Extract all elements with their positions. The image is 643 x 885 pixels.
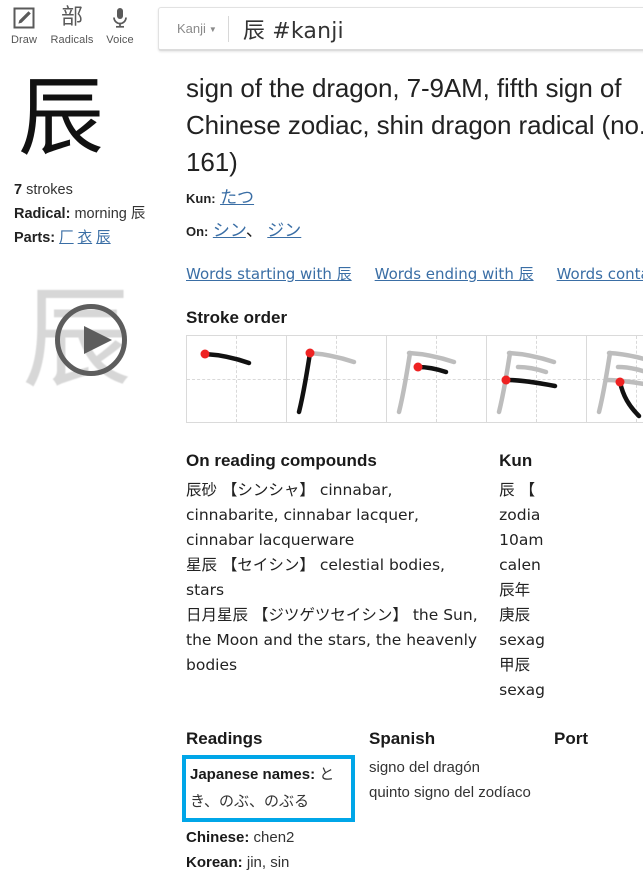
spanish-entry: quinto signo del zodíaco bbox=[369, 784, 531, 801]
radical-character: 辰 bbox=[130, 206, 146, 222]
on-compound-entry: 日月星辰 【ジツゲツセイシン】 the Sun, the Moon and th… bbox=[186, 606, 478, 674]
kun-compound-entry: sexag bbox=[499, 681, 546, 699]
radicals-tool-label: Radicals bbox=[50, 34, 94, 46]
on-reading-1[interactable]: ジン bbox=[267, 221, 301, 241]
on-label: On: bbox=[186, 224, 209, 239]
kanji-meta: 7 strokes Radical: morning 辰 Parts: 厂衣辰 bbox=[14, 178, 180, 250]
japanese-names-label: Japanese names: bbox=[190, 766, 316, 783]
part-link-2[interactable]: 衣 bbox=[78, 230, 93, 246]
kun-compound-entry: sexag bbox=[499, 631, 546, 649]
draw-tool-button[interactable]: Draw bbox=[0, 2, 48, 46]
chinese-reading-line: Chinese: chen2 bbox=[186, 825, 355, 850]
kun-reading-line: Kun: たつ bbox=[186, 183, 643, 214]
link-words-ending-with[interactable]: Words ending with 辰 bbox=[375, 265, 534, 283]
stroke-count-line: 7 strokes bbox=[14, 178, 180, 202]
search-type-dropdown[interactable]: Kanji ▼ bbox=[159, 21, 228, 36]
chinese-label: Chinese: bbox=[186, 829, 250, 846]
kanji-detail-page: Draw 部 Radicals Voice Kanji ▼ 辰 #kanji 辰… bbox=[0, 0, 643, 885]
link-words-containing[interactable]: Words contain bbox=[557, 265, 643, 283]
radical-label: Radical: bbox=[14, 206, 71, 222]
kun-compound-entry: 辰 【 bbox=[499, 481, 536, 499]
voice-tool-button[interactable]: Voice bbox=[96, 2, 144, 46]
part-link-3[interactable]: 辰 bbox=[96, 230, 111, 246]
kanji-main-content: sign of the dragon, 7-9AM, fifth sign of… bbox=[182, 58, 643, 875]
compounds-section: On reading compounds 辰砂 【シンシャ】 cinnabar,… bbox=[186, 427, 643, 703]
radical-meaning: morning bbox=[74, 206, 127, 222]
stroke-cell-5[interactable] bbox=[587, 336, 643, 422]
kun-compounds-title: Kun bbox=[499, 451, 533, 470]
kun-compound-entry: 10am bbox=[499, 531, 544, 549]
radicals-tool-button[interactable]: 部 Radicals bbox=[48, 2, 96, 46]
radical-line: Radical: morning 辰 bbox=[14, 202, 180, 226]
play-icon[interactable] bbox=[55, 304, 127, 376]
on-compound-entry: 星辰 【セイシン】 celestial bodies, stars bbox=[186, 556, 445, 599]
draw-pencil-icon bbox=[0, 5, 48, 31]
parts-line: Parts: 厂衣辰 bbox=[14, 226, 180, 250]
on-compounds-title: On reading compounds bbox=[186, 451, 377, 470]
stroke-count-value: 7 bbox=[14, 182, 23, 198]
on-reading-separator: 、 bbox=[245, 221, 263, 241]
bottom-columns: Readings Japanese names: とき、のぶ、のぶる Chine… bbox=[182, 729, 643, 875]
kanji-summary-panel: 辰 7 strokes Radical: morning 辰 Parts: 厂衣… bbox=[0, 58, 180, 250]
kanji-definition: sign of the dragon, 7-9AM, fifth sign of… bbox=[186, 73, 643, 177]
stroke-animation-player[interactable]: 辰 bbox=[14, 270, 164, 420]
kun-compound-entry: 庚辰 bbox=[499, 606, 531, 624]
chinese-value: chen2 bbox=[253, 829, 295, 846]
chevron-down-icon: ▼ bbox=[208, 25, 217, 34]
part-link-1[interactable]: 厂 bbox=[59, 230, 74, 246]
kun-compound-entry: 甲辰 bbox=[499, 656, 531, 674]
kun-reading-0[interactable]: たつ bbox=[220, 188, 254, 208]
voice-tool-label: Voice bbox=[106, 34, 134, 46]
japanese-names-highlight-box: Japanese names: とき、のぶ、のぶる bbox=[182, 755, 355, 822]
kanji-character-large: 辰 bbox=[18, 68, 104, 168]
parts-label: Parts: bbox=[14, 230, 56, 246]
readings-title: Readings bbox=[186, 729, 263, 748]
korean-reading-line: Korean: jin, sin bbox=[186, 850, 355, 875]
draw-tool-label: Draw bbox=[10, 34, 38, 46]
on-reading-compounds: On reading compounds 辰砂 【シンシャ】 cinnabar,… bbox=[186, 427, 499, 703]
app-header: Draw 部 Radicals Voice Kanji ▼ 辰 #kanji bbox=[0, 0, 643, 58]
kun-compound-entry: calen bbox=[499, 556, 541, 574]
stroke-cell-4[interactable] bbox=[487, 336, 587, 422]
kun-label: Kun: bbox=[186, 191, 216, 206]
on-reading-line: On: シン、 ジン bbox=[186, 216, 643, 247]
japanese-names-line: Japanese names: とき、のぶ、のぶる bbox=[190, 761, 345, 815]
stroke-count-label: strokes bbox=[26, 182, 73, 198]
stroke-cell-2[interactable] bbox=[287, 336, 387, 422]
stroke-order-title: Stroke order bbox=[186, 308, 288, 327]
spanish-title: Spanish bbox=[369, 729, 436, 748]
spanish-entry: signo del dragón bbox=[369, 759, 480, 776]
microphone-icon bbox=[96, 5, 144, 31]
kun-compound-entry: zodia bbox=[499, 506, 541, 524]
korean-label: Korean: bbox=[186, 854, 243, 871]
spanish-column: Spanish signo del dragón quinto signo de… bbox=[369, 729, 554, 875]
portuguese-title: Port bbox=[554, 729, 588, 748]
portuguese-column: Port bbox=[554, 729, 643, 875]
stroke-cell-3[interactable] bbox=[387, 336, 487, 422]
link-words-starting-with[interactable]: Words starting with 辰 bbox=[186, 265, 352, 283]
search-type-label: Kanji bbox=[177, 21, 206, 36]
on-reading-0[interactable]: シン bbox=[213, 221, 246, 241]
kun-compound-entry: 辰年 bbox=[499, 581, 531, 599]
search-input[interactable]: 辰 #kanji bbox=[229, 13, 643, 45]
stroke-order-grid bbox=[186, 335, 643, 423]
on-compound-entry: 辰砂 【シンシャ】 cinnabar, cinnabarite, cinnaba… bbox=[186, 481, 419, 549]
input-tools: Draw 部 Radicals Voice bbox=[0, 2, 144, 46]
korean-value: jin, sin bbox=[246, 854, 290, 871]
radicals-icon: 部 bbox=[60, 5, 83, 30]
kun-reading-compounds: Kun 辰 【 zodia 10am calen 辰年 庚辰 sexag 甲辰 … bbox=[499, 427, 643, 703]
stroke-cell-1[interactable] bbox=[187, 336, 287, 422]
word-search-links: Words starting with 辰 Words ending with 辰… bbox=[186, 263, 643, 284]
search-bar[interactable]: Kanji ▼ 辰 #kanji bbox=[158, 7, 643, 51]
readings-column: Readings Japanese names: とき、のぶ、のぶる Chine… bbox=[182, 729, 369, 875]
